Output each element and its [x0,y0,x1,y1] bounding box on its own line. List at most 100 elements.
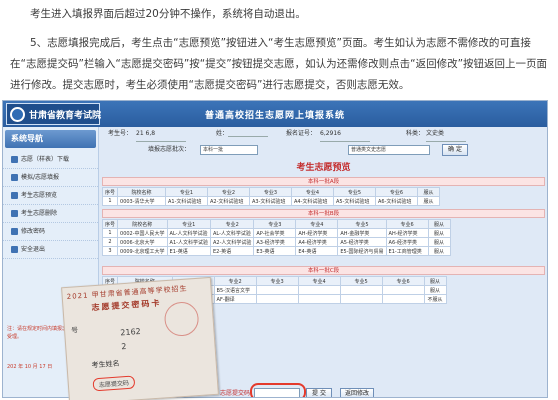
card-number-2: 2 [121,341,127,352]
card-name-label: 考生姓名 [91,359,120,370]
table-row: 1 0002-中国人民大学 AL-人文科学试验 AL-人文科学试验 AP-社会学类 AH-… [101,228,451,238]
sidebar-date: 202 年 10 月 17 日 [7,364,53,370]
sidebar-item-logout[interactable]: 安全退出 [3,241,98,259]
table-cell: 服从 [427,237,451,247]
system-title: 普通高校招生志愿网上填报系统 [204,111,345,121]
subject-label: 科类： [406,130,425,137]
card-subtitle: 志愿提交密码卡 [91,298,162,313]
id-value: 6,2916 [320,127,370,142]
column-header: 专业2 [213,276,257,286]
table-cell: A6-文科试验班 [375,196,419,206]
table-cell: 服从 [423,285,447,295]
card-number: 2162 [120,326,142,338]
table-cell: A2-文科试验班 [207,196,251,206]
table-cell: A5-文科试验班 [333,196,377,206]
column-header: 序号 [101,219,119,229]
column-header: 专业5 [333,187,377,197]
table-cell: E1-工商管理类 [385,246,429,256]
column-header: 专业3 [249,187,293,197]
section-title: 本科一批B段 [102,209,545,218]
key-icon [11,228,18,235]
table-cell [381,294,425,304]
name-value [228,127,268,137]
table-cell: A3-经济学类 [253,237,297,247]
instruction-paragraph-2: 5、志愿填报完成后，考生点击“志愿预览”按钮进入“考生志愿预览”页面。考生如认为… [10,37,548,91]
table-cell: AH-经济学类 [385,228,429,238]
table-header-row: 序号院校名称专业1专业2专业3专业4专业5专业6服从 [101,219,451,229]
column-header: 专业2 [209,219,255,229]
table-cell: A1-文科试验班 [165,196,209,206]
sidebar-item-delete[interactable]: 考生志愿删除 [3,205,98,223]
highlight-ring [250,383,306,397]
column-header: 专业4 [297,276,341,286]
column-header: 专业3 [255,276,299,286]
candidate-info: 考生号： 21 6,8 姓： 报名证号： 6,2916 科类： 文史类 [100,127,547,142]
table-cell: 1 [101,228,119,238]
confirm-button[interactable]: 确 定 [442,144,468,156]
exam-number-value: 21 6,8 [136,127,186,142]
column-header: 专业6 [381,276,425,286]
table-cell [339,285,383,295]
batch-label: 填报志愿批次： [148,146,191,153]
table-cell: B5-汉语言文学 [213,285,257,295]
column-header: 院校名称 [117,219,168,229]
category-select[interactable]: 普通类文史志愿 [348,145,430,155]
batch-select[interactable]: 本科一批 [200,145,258,155]
column-header: 服从 [423,276,447,286]
card-handwritten-code: 志愿提交码 [92,375,136,392]
sidebar-item-download[interactable]: 志愿（样表）下载 [3,151,98,169]
sidebar-head: 系统导航 [5,130,96,148]
submit-button[interactable]: 提 交 [306,388,332,397]
return-edit-button[interactable]: 返回修改 [340,388,374,397]
sidebar-item-preview[interactable]: 考生志愿预览 [3,187,98,205]
table-cell: E4-英语 [295,246,339,256]
name-label: 姓： [216,130,229,137]
exam-number-label: 考生号： [108,130,133,137]
table-cell [297,294,341,304]
table-cell: AF-翻译 [213,294,257,304]
id-label: 报名证号： [286,130,317,137]
column-header: 专业2 [207,187,251,197]
table-row: 1 0003-清华大学 A1-文科试验班 A2-文科试验班 A3-文科试验班 A4-文科试… [101,196,441,206]
table-cell: A4-文科试验班 [291,196,335,206]
section-title: 本科一批C段 [102,266,545,275]
table-cell: 2 [101,237,119,247]
table-cell: 服从 [427,228,451,238]
table-cell: 服从 [417,196,441,206]
preview-table: 序号 院校名称 专业1 专业2 专业3 专业4 专业5 专业6 服从 1 0003-清华大学 A1-文… [101,187,441,206]
subject-value: 文史类 [426,127,466,142]
table-cell: AP-社会学类 [253,228,297,238]
table-header-row: 序号院校名称专业1专业2专业3专业4专业5专业6服从 [101,187,441,197]
table-cell: A6-经济学类 [385,237,429,247]
table-cell: A1-人文科学试验 [166,237,211,247]
table-cell: A5-经济学类 [337,237,387,247]
card-seal [163,300,200,338]
table-cell: E3-英语 [253,246,297,256]
section-title: 本科一批A段 [102,177,545,186]
table-cell: 3 [101,246,119,256]
system-banner: 甘肃省教育考试院 普通高校招生志愿网上填报系统 [3,101,547,127]
table-cell: AL-人文科学试验 [209,228,255,238]
sidebar-item-fill[interactable]: 模拟/志愿填报 [3,169,98,187]
table-row: 2 0006-北京大学 A1-人文科学试验 A2-人文科学试验 A3-经济学类 A4-经济… [101,237,451,247]
table-cell: 服从 [427,246,451,256]
column-header: 专业6 [385,219,429,229]
table-cell: AH-经济学类 [295,228,339,238]
instruction-paragraph-1: 考生进入填报界面后超过20分钟不操作，系统将自动退出。 [30,8,306,20]
column-header: 专业5 [337,219,387,229]
column-header: 服从 [417,187,441,197]
table-cell [255,294,299,304]
column-header: 专业1 [165,187,209,197]
column-header: 专业4 [291,187,335,197]
table-row: 3 0009-北京理工大学 E1-英语 E2-英语 E3-英语 E4-英语 E5-国际经济与… [101,246,451,256]
preview-table: 序号 院校名称 专业1 专业2 专业3 专业4 专业5 专业6 服从 1 0002-中国人民大学 AL… [101,219,451,256]
column-header: 序号 [101,187,119,197]
preview-icon [11,192,18,199]
table-cell: 0002-中国人民大学 [117,228,168,238]
column-header: 服从 [427,219,451,229]
table-cell: A2-人文科学试验 [209,237,255,247]
table-cell: A4-经济学类 [295,237,339,247]
table-cell: 不服从 [423,294,447,304]
edit-icon [11,174,18,181]
sidebar-item-password[interactable]: 修改密码 [3,223,98,241]
